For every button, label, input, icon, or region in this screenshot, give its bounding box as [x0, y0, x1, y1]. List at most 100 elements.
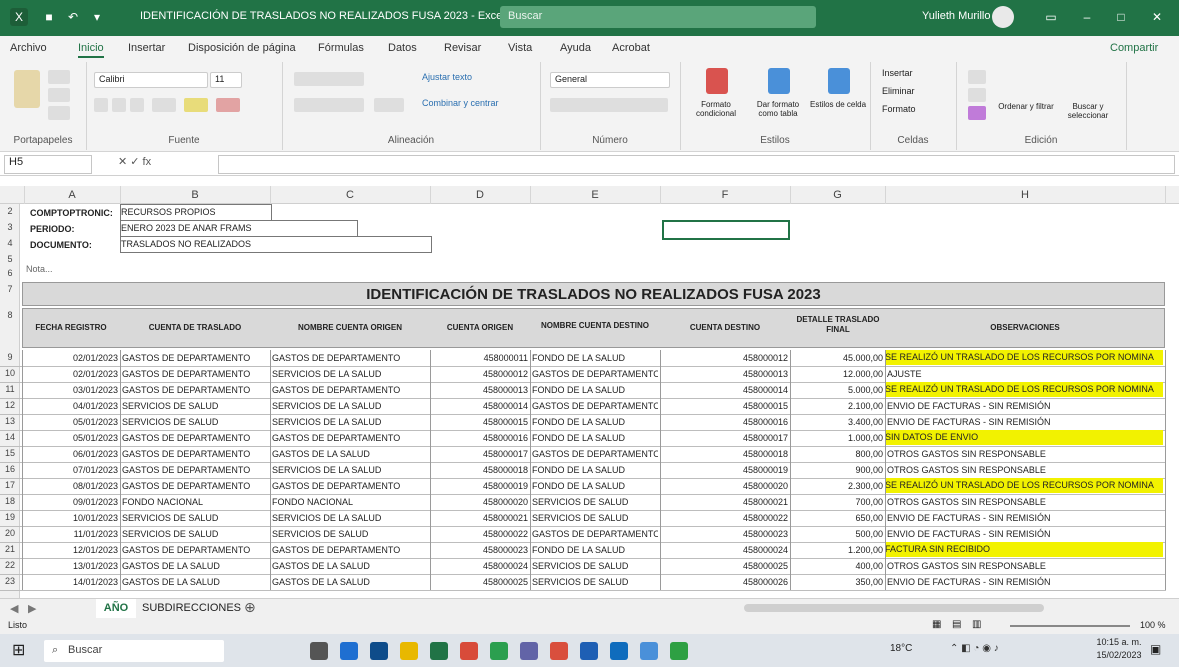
table-cell[interactable]: 458000026: [662, 575, 788, 589]
table-cell[interactable]: FACTURA SIN RECIBIDO: [885, 542, 1163, 557]
table-cell[interactable]: SERVICIOS DE SALUD: [532, 575, 658, 589]
table-cell[interactable]: 12/01/2023: [26, 543, 118, 557]
table-cell[interactable]: 458000025: [662, 559, 788, 573]
sort-filter-button[interactable]: Ordenar y filtrar: [998, 102, 1054, 111]
table-cell[interactable]: 700,00: [792, 495, 883, 509]
table-cell[interactable]: SERVICIOS DE LA SALUD: [272, 399, 428, 413]
table-cell[interactable]: 458000015: [432, 415, 528, 429]
table-cell[interactable]: GASTOS DE LA SALUD: [122, 559, 268, 573]
tab-archivo[interactable]: Archivo: [10, 42, 47, 54]
table-cell[interactable]: SERVICIOS DE SALUD: [122, 511, 268, 525]
store-icon[interactable]: [370, 642, 388, 660]
table-cell[interactable]: GASTOS DE DEPARTAMENTO: [122, 431, 268, 445]
table-cell[interactable]: 09/01/2023: [26, 495, 118, 509]
clear-icon[interactable]: [968, 106, 986, 120]
vertical-align-icons[interactable]: [294, 72, 364, 86]
table-cell[interactable]: 458000023: [432, 543, 528, 557]
teams-icon[interactable]: [520, 642, 538, 660]
table-cell[interactable]: 458000022: [662, 511, 788, 525]
table-cell[interactable]: SERVICIOS DE SALUD: [122, 399, 268, 413]
tab-acrobat[interactable]: Acrobat: [612, 42, 650, 54]
table-cell[interactable]: SERVICIOS DE LA SALUD: [272, 463, 428, 477]
table-cell[interactable]: SERVICIOS DE SALUD: [122, 527, 268, 541]
table-cell[interactable]: 458000017: [662, 431, 788, 445]
header-value-1[interactable]: RECURSOS PROPIOS: [120, 204, 272, 221]
table-row[interactable]: 06/01/2023 GASTOS DE DEPARTAMENTO GASTOS D…: [0, 446, 1166, 463]
table-cell[interactable]: 10/01/2023: [26, 511, 118, 525]
add-sheet-icon[interactable]: ⊕: [244, 599, 256, 616]
copy-icon[interactable]: [48, 88, 70, 102]
table-cell[interactable]: GASTOS DE LA SALUD: [272, 447, 428, 461]
table-cell[interactable]: 800,00: [792, 447, 883, 461]
table-cell[interactable]: OTROS GASTOS SIN RESPONSABLE: [887, 559, 1161, 573]
taskbar-search[interactable]: ⌕ Buscar: [44, 640, 224, 662]
tab-vista[interactable]: Vista: [508, 42, 532, 54]
table-cell[interactable]: GASTOS DE DEPARTAMENTO: [122, 463, 268, 477]
font-name-select[interactable]: Calibri: [94, 72, 208, 88]
table-cell[interactable]: 07/01/2023: [26, 463, 118, 477]
fill-icon[interactable]: [968, 88, 986, 102]
table-cell[interactable]: GASTOS DE DEPARTAMENTO: [532, 447, 658, 461]
tray-icons[interactable]: ⌃ ◧ ◔ ◉ ♪: [950, 643, 999, 654]
table-row[interactable]: 13/01/2023 GASTOS DE LA SALUD GASTOS DE LA…: [0, 558, 1166, 575]
column-header-h[interactable]: H: [885, 186, 1166, 204]
font-size-select[interactable]: 11: [210, 72, 242, 88]
table-cell[interactable]: 12.000,00: [792, 367, 883, 381]
indent-icons[interactable]: [374, 98, 404, 112]
format-painter-icon[interactable]: [48, 106, 70, 120]
customize-arrow-icon[interactable]: ▾: [88, 8, 106, 26]
table-cell[interactable]: FONDO DE LA SALUD: [532, 543, 658, 557]
table-cell[interactable]: SERVICIOS DE LA SALUD: [272, 511, 428, 525]
table-cell[interactable]: 45.000,00: [792, 351, 883, 365]
outlook-icon[interactable]: [610, 642, 628, 660]
table-row[interactable]: 03/01/2023 GASTOS DE DEPARTAMENTO GASTOS D…: [0, 382, 1166, 399]
wrap-text-button[interactable]: Ajustar texto: [422, 72, 472, 82]
table-cell[interactable]: ENVIO DE FACTURAS - SIN REMISIÓN: [887, 527, 1161, 541]
chrome-icon[interactable]: [460, 642, 478, 660]
table-cell[interactable]: GASTOS DE DEPARTAMENTO: [122, 447, 268, 461]
table-row[interactable]: 05/01/2023 GASTOS DE DEPARTAMENTO GASTOS D…: [0, 430, 1166, 447]
table-cell[interactable]: ENVIO DE FACTURAS - SIN REMISIÓN: [887, 415, 1161, 429]
format-table-icon[interactable]: [768, 68, 790, 94]
delete-cells-button[interactable]: Eliminar: [882, 86, 915, 96]
borders-icon[interactable]: [152, 98, 176, 112]
table-cell[interactable]: 458000013: [662, 367, 788, 381]
merge-center-button[interactable]: Combinar y centrar: [422, 98, 499, 108]
table-cell[interactable]: FONDO DE LA SALUD: [532, 479, 658, 493]
table-cell[interactable]: 03/01/2023: [26, 383, 118, 397]
ribbon-options-icon[interactable]: ▭: [1042, 8, 1060, 26]
weather-text[interactable]: 18°C: [890, 643, 912, 654]
table-cell[interactable]: FONDO DE LA SALUD: [532, 463, 658, 477]
notifications-icon[interactable]: ▣: [1150, 642, 1161, 656]
app-icon-2[interactable]: [550, 642, 568, 660]
table-cell[interactable]: AJUSTE: [887, 367, 1161, 381]
search-box[interactable]: Buscar: [500, 6, 816, 28]
table-cell[interactable]: 458000011: [432, 351, 528, 365]
tab-revisar[interactable]: Revisar: [444, 42, 481, 54]
table-cell[interactable]: 1.200,00: [792, 543, 883, 557]
table-cell[interactable]: 458000024: [662, 543, 788, 557]
table-cell[interactable]: 458000019: [662, 463, 788, 477]
file-explorer-icon[interactable]: [400, 642, 418, 660]
table-cell[interactable]: SERVICIOS DE SALUD: [532, 511, 658, 525]
table-cell[interactable]: GASTOS DE DEPARTAMENTO: [272, 351, 428, 365]
table-cell[interactable]: 458000013: [432, 383, 528, 397]
select-all-corner[interactable]: [0, 186, 25, 204]
table-cell[interactable]: FONDO DE LA SALUD: [532, 415, 658, 429]
name-box[interactable]: H5: [4, 155, 92, 174]
table-cell[interactable]: 500,00: [792, 527, 883, 541]
undo-icon[interactable]: ↶: [64, 8, 82, 26]
table-cell[interactable]: SE REALIZÓ UN TRASLADO DE LOS RECURSOS P…: [885, 478, 1163, 493]
task-view-icon[interactable]: [310, 642, 328, 660]
app-icon-4[interactable]: [670, 642, 688, 660]
minimize-icon[interactable]: –: [1078, 8, 1096, 26]
table-cell[interactable]: 11/01/2023: [26, 527, 118, 541]
app-icon-3[interactable]: [640, 642, 658, 660]
table-cell[interactable]: FONDO NACIONAL: [122, 495, 268, 509]
cut-icon[interactable]: [48, 70, 70, 84]
number-format-icons[interactable]: [550, 98, 668, 112]
insert-cells-button[interactable]: Insertar: [882, 68, 913, 78]
table-cell[interactable]: GASTOS DE DEPARTAMENTO: [122, 383, 268, 397]
table-cell[interactable]: SERVICIOS DE SALUD: [532, 495, 658, 509]
table-cell[interactable]: SE REALIZÓ UN TRASLADO DE LOS RECURSOS P…: [885, 350, 1163, 365]
